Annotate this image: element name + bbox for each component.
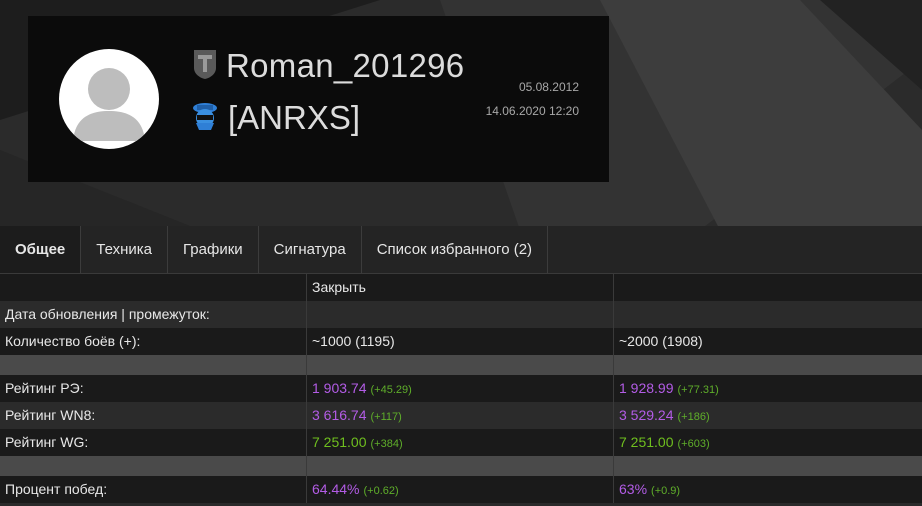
wn8-value-1: 3 616.74 (+117) [307,402,614,429]
avatar [59,49,159,149]
rating-delta: (+0.62) [363,485,399,497]
table-row-battles: Количество боёв (+): ~1000 (1195) ~2000 … [0,328,922,355]
tab-favorites[interactable]: Список избранного (2) [362,226,549,273]
row-label: Количество боёв (+): [0,328,307,355]
tab-bar: Общее Техника Графики Сигнатура Список и… [0,226,922,274]
rating-value: 64.44% [312,481,360,497]
rating-value: 1 903.74 [312,380,367,396]
rating-value: 3 616.74 [312,407,367,423]
row-label: Дата обновления | промежуток: [0,301,307,328]
table-separator [0,456,922,476]
rating-value: 3 529.24 [619,407,674,423]
tab-charts[interactable]: Графики [168,226,259,273]
profile-card: Roman_201296 [ANRXS] 05.08.2012 14.06.20… [28,16,609,182]
tab-vehicles[interactable]: Техника [81,226,169,273]
wg-value-1: 7 251.00 (+384) [307,429,614,456]
header-empty-cell [614,274,922,301]
rating-delta: (+45.29) [370,384,412,396]
separator-cell [307,456,614,476]
game-logo-icon [192,48,218,85]
rating-delta: (+603) [677,438,710,450]
player-nickname: Roman_201296 [226,47,465,84]
tab-general[interactable]: Общее [0,226,82,273]
re-value-1: 1 903.74 (+45.29) [307,375,614,402]
row-label: Процент побед: [0,476,307,503]
rating-delta: (+186) [677,411,710,423]
clan-emblem-icon [188,99,222,138]
separator-cell [0,456,307,476]
battles-value-2: ~2000 (1908) [619,333,703,349]
table-row-wn8-rating: Рейтинг WN8: 3 616.74 (+117) 3 529.24 (+18… [0,402,922,429]
winrate-value-1: 64.44% (+0.62) [307,476,614,503]
rating-delta: (+384) [370,438,403,450]
clan-row[interactable]: [ANRXS] [188,98,360,138]
separator-cell [0,355,307,375]
battles-value-1: ~1000 (1195) [307,328,614,355]
clan-tag[interactable]: [ANRXS] [228,99,360,137]
close-button[interactable]: Закрыть [307,274,614,301]
wg-value-2: 7 251.00 (+603) [614,429,922,456]
table-row-wg-rating: Рейтинг WG: 7 251.00 (+384) 7 251.00 (+603… [0,429,922,456]
row-label: Рейтинг WN8: [0,402,307,429]
rating-value: 7 251.00 [312,434,367,450]
table-row-winrate: Процент побед: 64.44% (+0.62) 63% (+0.9) [0,476,922,503]
last-battle-date: 14.06.2020 12:20 [485,104,579,118]
table-row-re-rating: Рейтинг РЭ: 1 903.74 (+45.29) 1 928.99 (+7… [0,375,922,402]
tab-signature[interactable]: Сигнатура [259,226,362,273]
row-value-empty [614,301,922,328]
table-row-update-date: Дата обновления | промежуток: [0,301,922,328]
registration-date: 05.08.2012 [518,80,579,94]
nickname-row: Roman_201296 [192,46,464,86]
wn8-value-2: 3 529.24 (+186) [614,402,922,429]
stats-table: Закрыть Дата обновления | промежуток: Ко… [0,274,922,503]
re-value-2: 1 928.99 (+77.31) [614,375,922,402]
row-label: Рейтинг РЭ: [0,375,307,402]
table-separator [0,355,922,375]
row-value-empty [307,301,614,328]
rating-delta: (+77.31) [677,384,719,396]
separator-cell [614,355,922,375]
separator-cell [614,456,922,476]
rating-delta: (+0.9) [651,485,681,497]
header-empty-cell [0,274,307,301]
rating-value: 63% [619,481,648,497]
table-header-row: Закрыть [0,274,922,301]
separator-cell [307,355,614,375]
winrate-value-2: 63% (+0.9) [614,476,922,503]
rating-value: 7 251.00 [619,434,674,450]
rating-delta: (+117) [370,411,402,423]
rating-value: 1 928.99 [619,380,674,396]
row-label: Рейтинг WG: [0,429,307,456]
